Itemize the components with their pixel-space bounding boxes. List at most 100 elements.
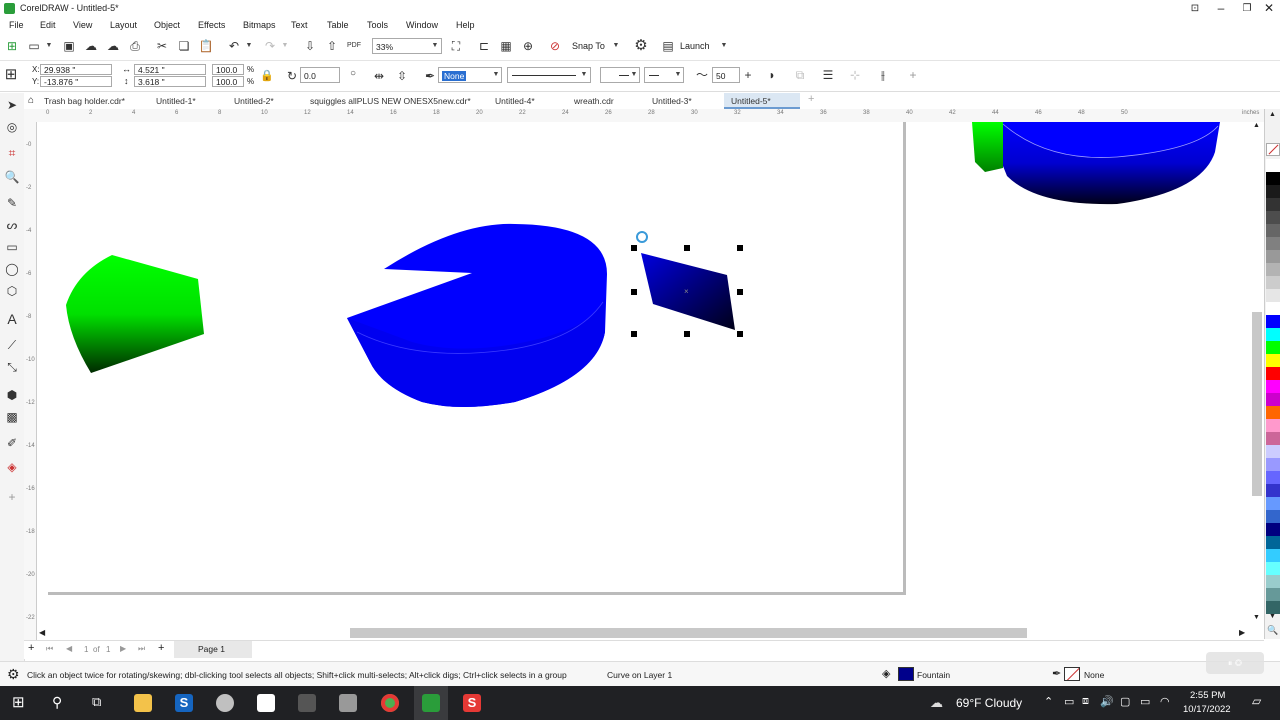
- color-swatch[interactable]: [1266, 510, 1280, 523]
- recording-overlay-icon[interactable]: ⏸ ◎: [1206, 652, 1264, 674]
- transparency-tool-icon[interactable]: ▩: [4, 409, 20, 425]
- outline-pen-icon[interactable]: ✒: [422, 68, 438, 84]
- menu-layout[interactable]: Layout: [110, 20, 137, 30]
- app-s-blue-icon[interactable]: S: [175, 694, 193, 712]
- y-position-field[interactable]: -13.876 ": [40, 76, 112, 87]
- redo-dropdown-icon[interactable]: ▼: [279, 38, 291, 54]
- horizontal-scrollbar[interactable]: ◀ ▶: [37, 626, 1252, 640]
- first-page-icon[interactable]: ⏮: [46, 644, 53, 654]
- height-field[interactable]: 3.618 ": [134, 76, 206, 87]
- palette-zoom-icon[interactable]: 🔍: [1267, 625, 1278, 636]
- outline-width-dropdown-icon[interactable]: ▼: [490, 67, 502, 83]
- menu-text[interactable]: Text: [291, 20, 308, 30]
- color-swatch[interactable]: [1266, 380, 1280, 393]
- color-swatch[interactable]: [1266, 406, 1280, 419]
- fill-color-swatch[interactable]: [898, 667, 914, 681]
- full-screen-icon[interactable]: ⛶: [448, 38, 464, 54]
- color-swatch[interactable]: [1266, 198, 1280, 211]
- selection-handle-ml[interactable]: [631, 289, 637, 295]
- trim-icon[interactable]: ⧉: [792, 67, 808, 83]
- color-swatch[interactable]: [1266, 562, 1280, 575]
- tab-untitled-4[interactable]: Untitled-4*: [495, 93, 565, 109]
- export-icon[interactable]: ⇧: [324, 38, 340, 54]
- color-swatch[interactable]: [1266, 484, 1280, 497]
- color-swatch[interactable]: [1266, 263, 1280, 276]
- connector-tool-icon[interactable]: ⤡: [4, 359, 20, 375]
- color-swatch[interactable]: [1266, 354, 1280, 367]
- color-swatch[interactable]: [1266, 497, 1280, 510]
- tab-wreath[interactable]: wreath.cdr: [574, 93, 644, 109]
- artistic-media-icon[interactable]: ᔕ: [4, 217, 20, 233]
- horizontal-scroll-thumb[interactable]: [350, 628, 1027, 638]
- minimize-button[interactable]: –: [1208, 0, 1234, 18]
- scale-height-field[interactable]: 100.0: [212, 76, 244, 87]
- scale-width-field[interactable]: 100.0: [212, 64, 244, 75]
- line-style-dropdown-icon[interactable]: ▼: [578, 67, 590, 83]
- clock-date[interactable]: 10/17/2022: [1183, 704, 1231, 715]
- selection-handle-mr[interactable]: [737, 289, 743, 295]
- color-swatch[interactable]: [1266, 536, 1280, 549]
- crop-tool-icon[interactable]: ⌗: [4, 145, 20, 161]
- vertical-scrollbar[interactable]: ▲ ▼: [1250, 122, 1264, 626]
- snap-off-icon[interactable]: ⊘: [547, 38, 563, 54]
- color-swatch[interactable]: [1266, 211, 1280, 224]
- freehand-tool-icon[interactable]: ✎: [4, 195, 20, 211]
- combine-icon[interactable]: ⊹: [847, 67, 863, 83]
- scroll-right-icon[interactable]: ▶: [1239, 628, 1245, 637]
- menu-edit[interactable]: Edit: [40, 20, 56, 30]
- app-globe-icon[interactable]: [216, 694, 234, 712]
- add-page-after-icon[interactable]: +: [158, 642, 164, 654]
- tab-trash-bag-holder[interactable]: Trash bag holder.cdr*: [44, 93, 154, 109]
- palette-scroll-up-icon[interactable]: ▲: [1269, 111, 1276, 118]
- selection-handle-tc[interactable]: [684, 245, 690, 251]
- horizontal-ruler[interactable]: inches 0 2 4 6 8 10 12 14 16 18 20 22 24 26 28 30 32 34 36…: [24, 109, 1264, 123]
- selection-handle-tr[interactable]: [737, 245, 743, 251]
- launch-dropdown-icon[interactable]: ▼: [718, 38, 730, 54]
- color-swatch[interactable]: [1266, 393, 1280, 406]
- open-icon[interactable]: ▭: [26, 38, 42, 54]
- menu-help[interactable]: Help: [456, 20, 475, 30]
- color-swatch[interactable]: [1266, 159, 1280, 172]
- align-distribute-icon[interactable]: ☰: [820, 67, 836, 83]
- snap-to-dropdown-icon[interactable]: ▼: [610, 38, 622, 54]
- eyedropper-tool-icon[interactable]: ✐: [4, 435, 20, 451]
- options-gear-icon[interactable]: ⚙: [633, 38, 649, 54]
- color-swatch[interactable]: [1266, 224, 1280, 237]
- zoom-dropdown-icon[interactable]: ▼: [429, 38, 441, 54]
- file-explorer-icon[interactable]: [134, 694, 152, 712]
- menu-effects[interactable]: Effects: [198, 20, 225, 30]
- break-apart-icon[interactable]: ⫲: [875, 67, 891, 83]
- redo-icon[interactable]: ↷: [262, 38, 278, 54]
- scroll-down-icon[interactable]: ▼: [1253, 614, 1260, 621]
- new-document-icon[interactable]: ⊞: [4, 38, 20, 54]
- cut-icon[interactable]: ✂: [154, 38, 170, 54]
- no-color-swatch[interactable]: [1266, 143, 1280, 156]
- rotation-center-marker[interactable]: [636, 231, 648, 243]
- drawing-canvas[interactable]: ×: [37, 122, 1252, 626]
- color-swatch[interactable]: [1266, 419, 1280, 432]
- previous-page-icon[interactable]: ◀: [66, 644, 72, 653]
- menu-file[interactable]: File: [9, 20, 24, 30]
- open-dropdown-icon[interactable]: ▼: [43, 38, 55, 54]
- chrome-icon[interactable]: [381, 694, 399, 712]
- color-swatch[interactable]: [1266, 276, 1280, 289]
- cloud-export-icon[interactable]: ☁: [105, 38, 121, 54]
- color-swatch[interactable]: [1266, 445, 1280, 458]
- green-wedge-shape[interactable]: [66, 255, 204, 373]
- width-field[interactable]: 4.521 ": [134, 64, 206, 75]
- pdf-icon[interactable]: PDF: [346, 38, 362, 54]
- show-grid-icon[interactable]: ▦: [498, 38, 514, 54]
- color-swatch[interactable]: [1266, 471, 1280, 484]
- mirror-horizontal-icon[interactable]: ⇹: [371, 68, 387, 84]
- color-swatch[interactable]: [1266, 432, 1280, 445]
- undo-dropdown-icon[interactable]: ▼: [243, 38, 255, 54]
- x-position-field[interactable]: 29.938 ": [40, 64, 112, 75]
- add-page-before-icon[interactable]: +: [28, 642, 34, 654]
- wifi-icon[interactable]: ◠: [1160, 695, 1170, 708]
- tab-untitled-3[interactable]: Untitled-3*: [652, 93, 722, 109]
- ellipse-tool-icon[interactable]: ◯: [4, 261, 20, 277]
- color-swatch[interactable]: [1266, 601, 1280, 614]
- color-swatch[interactable]: [1266, 523, 1280, 536]
- menu-object[interactable]: Object: [154, 20, 180, 30]
- green-piece-offpage[interactable]: [972, 122, 1005, 172]
